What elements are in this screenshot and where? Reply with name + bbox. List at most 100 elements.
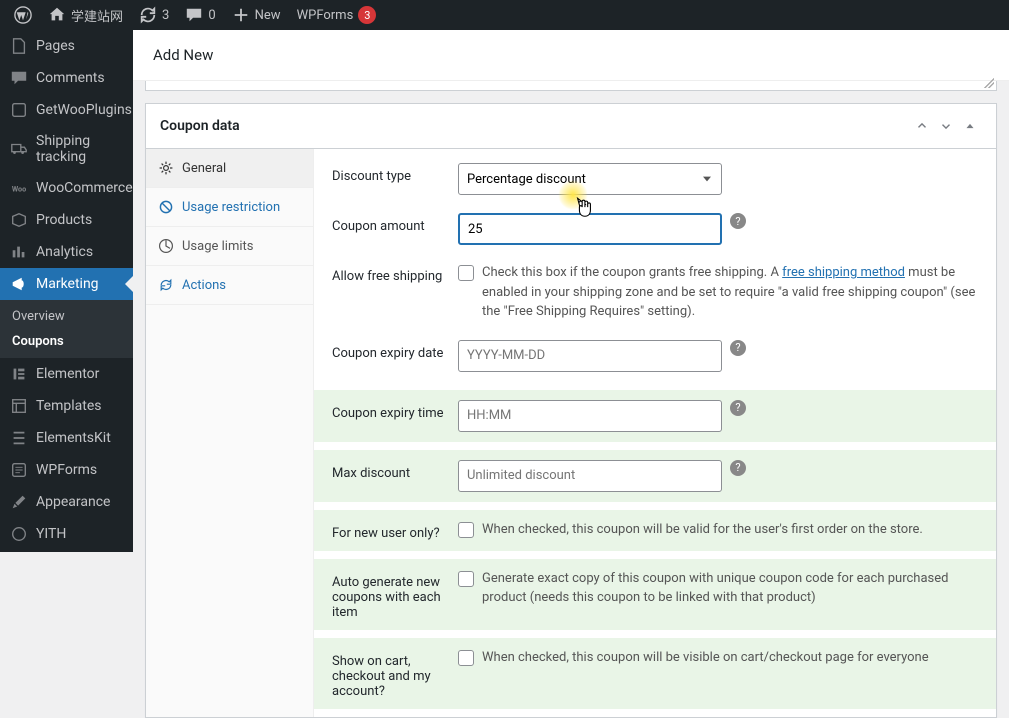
panel-toggle[interactable]	[958, 114, 982, 138]
sidebar-item-marketing[interactable]: Marketing	[0, 268, 133, 300]
sidebar-item-label: Marketing	[36, 276, 99, 292]
tab-usage-limits[interactable]: Usage limits	[146, 227, 313, 266]
panel-up[interactable]	[910, 114, 934, 138]
sidebar-item-label: Pages	[36, 38, 75, 54]
auto-gen-label: Auto generate new coupons with each item	[332, 569, 458, 620]
refresh-icon	[139, 6, 157, 24]
help-icon[interactable]: ?	[730, 213, 746, 229]
box-icon	[10, 211, 28, 229]
coupon-amount-label: Coupon amount	[332, 213, 458, 234]
free-shipping-link[interactable]: free shipping method	[782, 265, 905, 280]
chart-icon	[10, 243, 28, 261]
sidebar-item-wpforms[interactable]: WPForms	[0, 454, 133, 486]
comments-link[interactable]: 0	[177, 0, 223, 30]
woo-icon: Woo	[10, 179, 28, 197]
sidebar-item-label: Appearance	[36, 494, 110, 510]
expiry-date-label: Coupon expiry date	[332, 340, 458, 361]
panel-down[interactable]	[934, 114, 958, 138]
sidebar-item-appearance[interactable]: Appearance	[0, 486, 133, 518]
wpforms-badge: 3	[358, 6, 376, 24]
sidebar-item-label: Shipping tracking	[36, 133, 123, 165]
expiry-time-input[interactable]	[458, 400, 722, 432]
wp-logo[interactable]	[6, 0, 40, 30]
refresh-count: 3	[162, 8, 169, 23]
comment-icon	[10, 69, 28, 87]
description-editor[interactable]	[145, 81, 997, 91]
free-shipping-text: Check this box if the coupon grants free…	[482, 263, 978, 322]
svg-text:Woo: Woo	[12, 185, 26, 194]
tab-label: Actions	[182, 278, 226, 293]
sidebar-item-yith[interactable]: YITH	[0, 518, 133, 550]
max-discount-label: Max discount	[332, 460, 458, 481]
new-user-text: When checked, this coupon will be valid …	[482, 520, 923, 540]
sidebar-item-pages[interactable]: Pages	[0, 30, 133, 62]
wpforms-label: WPForms	[297, 8, 354, 23]
refresh-icon	[158, 277, 174, 293]
tab-actions[interactable]: Actions	[146, 266, 313, 305]
expiry-time-label: Coupon expiry time	[332, 400, 458, 421]
brush-icon	[10, 493, 28, 511]
sidebar-item-elementor[interactable]: Elementor	[0, 358, 133, 390]
sidebar-item-analytics[interactable]: Analytics	[0, 236, 133, 268]
sidebar-item-label: GetWooPlugins	[36, 102, 132, 118]
site-name: 学建站网	[71, 6, 123, 25]
tab-label: Usage restriction	[182, 200, 280, 215]
max-discount-input[interactable]	[458, 460, 722, 492]
free-shipping-label: Allow free shipping	[332, 263, 458, 284]
sidebar-item-label: Comments	[36, 70, 105, 86]
sidebar-item-label: Templates	[36, 398, 102, 414]
wordpress-icon	[14, 6, 32, 24]
help-icon[interactable]: ?	[730, 460, 746, 476]
expiry-date-input[interactable]	[458, 340, 722, 372]
help-icon[interactable]: ?	[730, 340, 746, 356]
coupon-amount-input[interactable]	[458, 213, 722, 245]
limits-icon	[158, 238, 174, 254]
tab-usage-restriction[interactable]: Usage restriction	[146, 188, 313, 227]
home-icon	[48, 6, 66, 24]
ban-icon	[158, 199, 174, 215]
page-title: Add New	[133, 30, 1009, 81]
sidebar-subitem-overview[interactable]: Overview	[0, 304, 133, 329]
free-shipping-checkbox[interactable]	[458, 265, 474, 281]
panel-title: Coupon data	[160, 118, 240, 134]
new-link[interactable]: New	[224, 0, 289, 30]
elementor-icon	[10, 365, 28, 383]
help-icon[interactable]: ?	[730, 400, 746, 416]
discount-type-select[interactable]: Percentage discount	[458, 163, 722, 195]
sidebar-item-getwooplugins[interactable]: GetWooPlugins	[0, 94, 133, 126]
site-home[interactable]: 学建站网	[40, 0, 131, 30]
comments-count: 0	[208, 8, 215, 23]
sidebar-item-elementskit[interactable]: ElementsKit	[0, 422, 133, 454]
new-label: New	[255, 8, 281, 23]
show-cart-text: When checked, this coupon will be visibl…	[482, 648, 929, 668]
wpforms-icon	[10, 461, 28, 479]
sidebar-item-label: YITH	[36, 526, 66, 542]
wpforms-link[interactable]: WPForms 3	[289, 0, 385, 30]
sidebar-subitem-coupons[interactable]: Coupons	[0, 329, 133, 354]
discount-type-label: Discount type	[332, 163, 458, 184]
show-cart-checkbox[interactable]	[458, 650, 474, 666]
tab-label: General	[182, 161, 226, 176]
new-user-checkbox[interactable]	[458, 522, 474, 538]
sidebar-item-label: WPForms	[36, 462, 97, 478]
sidebar-item-woocommerce[interactable]: WooWooCommerce	[0, 172, 133, 204]
templates-icon	[10, 397, 28, 415]
truck-icon	[10, 140, 28, 158]
auto-gen-text: Generate exact copy of this coupon with …	[482, 569, 978, 608]
mega-icon	[10, 275, 28, 293]
sidebar-item-comments[interactable]: Comments	[0, 62, 133, 94]
show-cart-label: Show on cart, checkout and my account?	[332, 648, 458, 699]
tab-label: Usage limits	[182, 239, 253, 254]
sidebar-item-label: Elementor	[36, 366, 99, 382]
tab-general[interactable]: General	[146, 149, 313, 188]
sidebar-item-templates[interactable]: Templates	[0, 390, 133, 422]
sidebar-item-shipping-tracking[interactable]: Shipping tracking	[0, 126, 133, 172]
comment-icon	[185, 6, 203, 24]
ekit-icon	[10, 429, 28, 447]
auto-gen-checkbox[interactable]	[458, 571, 474, 587]
sidebar-item-products[interactable]: Products	[0, 204, 133, 236]
refresh[interactable]: 3	[131, 0, 177, 30]
sidebar-item-label: Analytics	[36, 244, 93, 260]
plus-icon	[232, 6, 250, 24]
sidebar-item-label: ElementsKit	[36, 430, 111, 446]
